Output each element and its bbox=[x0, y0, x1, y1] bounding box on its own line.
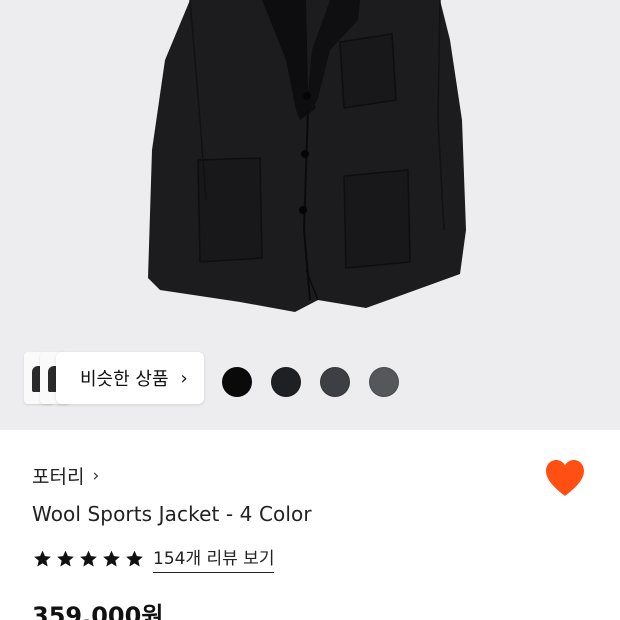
star-icon bbox=[57, 550, 74, 566]
star-rating bbox=[32, 549, 145, 569]
chevron-right-icon: › bbox=[180, 367, 188, 389]
brand-link[interactable]: 포터리 › bbox=[32, 462, 99, 489]
heart-icon[interactable] bbox=[544, 458, 586, 498]
product-info: 포터리 › Wool Sports Jacket - 4 Color 154개 … bbox=[0, 430, 620, 620]
star-icon bbox=[126, 550, 143, 566]
star-icon bbox=[80, 550, 97, 566]
rating-row: 154개 리뷰 보기 bbox=[32, 544, 275, 573]
similar-products-label: 비슷한 상품 bbox=[80, 369, 169, 390]
product-image-area: 비슷한 상품 › bbox=[0, 0, 620, 430]
color-swatches bbox=[222, 367, 399, 397]
chevron-right-icon: › bbox=[92, 465, 100, 486]
brand-name: 포터리 bbox=[32, 466, 85, 488]
color-swatch-grey[interactable] bbox=[369, 367, 399, 397]
star-icon bbox=[103, 550, 120, 566]
color-swatch-black[interactable] bbox=[222, 367, 252, 397]
product-price: 359,000원 bbox=[32, 602, 164, 620]
color-swatch-dark-grey[interactable] bbox=[320, 367, 350, 397]
similar-products-pill[interactable]: 비슷한 상품 › bbox=[56, 352, 204, 404]
reviews-link[interactable]: 154개 리뷰 보기 bbox=[153, 544, 275, 573]
star-icon bbox=[34, 550, 51, 566]
similar-products-button[interactable]: 비슷한 상품 › bbox=[24, 352, 204, 404]
color-swatch-charcoal[interactable] bbox=[271, 367, 301, 397]
product-name: Wool Sports Jacket - 4 Color bbox=[32, 502, 312, 526]
